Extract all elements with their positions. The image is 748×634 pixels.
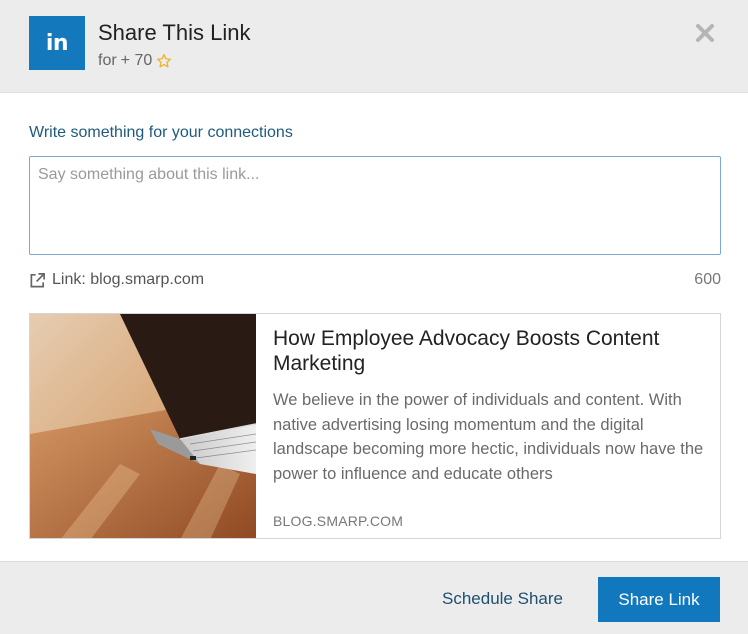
link-label: Link: blog.smarp.com — [52, 271, 205, 288]
character-count: 600 — [694, 271, 721, 288]
linkedin-logo-icon: in — [29, 16, 85, 70]
link-preview-card[interactable]: How Employee Advocacy Boosts Content Mar… — [29, 313, 721, 539]
schedule-share-button[interactable]: Schedule Share — [436, 586, 569, 612]
share-link-button[interactable]: Share Link — [598, 577, 720, 622]
preview-thumbnail-image — [30, 314, 256, 538]
points-value: + 70 — [120, 52, 153, 69]
preview-description: We believe in the power of individuals a… — [273, 391, 704, 483]
preview-text: How Employee Advocacy Boosts Content Mar… — [273, 326, 705, 486]
dialog-title: Share This Link — [98, 20, 251, 45]
compose-prompt-label: Write something for your connections — [29, 124, 293, 141]
preview-title[interactable]: How Employee Advocacy Boosts Content Mar… — [273, 326, 705, 376]
link-info: Link: blog.smarp.com — [29, 271, 204, 289]
link-row: Link: blog.smarp.com 600 — [29, 271, 721, 293]
close-icon[interactable] — [694, 22, 716, 44]
dialog-header: in Share This Link for + 70 — [0, 0, 748, 93]
external-link-icon — [30, 272, 45, 287]
subtitle-prefix: for — [98, 52, 117, 69]
star-outline-icon — [157, 54, 172, 68]
share-message-input[interactable] — [29, 156, 721, 255]
dialog-footer: Schedule Share Share Link — [0, 561, 748, 634]
preview-domain: BLOG.SMARP.COM — [273, 513, 404, 529]
points-subtitle: for + 70 — [98, 52, 172, 70]
